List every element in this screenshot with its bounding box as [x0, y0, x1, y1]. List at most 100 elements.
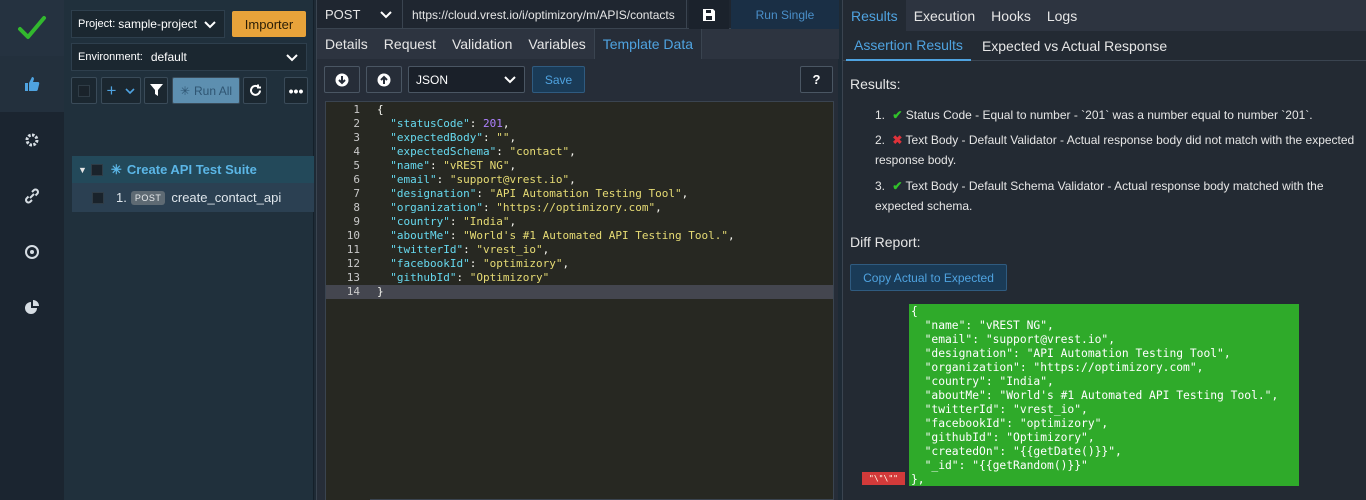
check-icon: ✔ — [892, 179, 903, 193]
diff-added-block: { "name": "vREST NG", "email": "support@… — [909, 304, 1299, 486]
tab-validation[interactable]: Validation — [444, 29, 520, 59]
tab-expected-vs-actual[interactable]: Expected vs Actual Response — [974, 31, 1175, 61]
method-value: POST — [325, 7, 361, 22]
diff-removed-marker: "\"\"" — [862, 472, 905, 485]
line-number: 4 — [353, 145, 360, 158]
line-number: 1 — [353, 103, 360, 116]
gear-icon[interactable] — [0, 112, 64, 168]
line-code: "name": "vREST NG", — [390, 159, 517, 172]
results-panel: Results Execution Hooks Logs Assertion R… — [842, 0, 1366, 500]
line-number: 9 — [353, 215, 360, 228]
code-line: 6 "email": "support@vrest.io", — [326, 173, 833, 187]
run-all-button[interactable]: ✳ Run All — [172, 77, 240, 104]
line-code: "githubId": "Optimizory" — [390, 271, 550, 284]
cross-icon: ✖ — [892, 133, 903, 147]
line-code: "expectedBody": "", — [390, 131, 517, 144]
result-text: Text Body - Default Schema Validator - A… — [875, 179, 1324, 213]
line-number: 3 — [353, 131, 360, 144]
refresh-icon — [249, 84, 261, 96]
result-text: Text Body - Default Validator - Actual r… — [875, 133, 1355, 167]
url-input[interactable]: https://cloud.vrest.io/i/optimizory/m/AP… — [405, 0, 687, 29]
line-number: 7 — [353, 187, 360, 200]
line-number: 10 — [346, 229, 360, 242]
format-value: JSON — [416, 72, 449, 87]
diff-report-heading: Diff Report: — [850, 234, 921, 250]
link-icon[interactable] — [0, 168, 64, 224]
save-button[interactable]: Save — [532, 66, 585, 93]
code-line: 5 "name": "vREST NG", — [326, 159, 833, 173]
chevron-down-icon — [125, 87, 136, 94]
line-code: "expectedSchema": "contact", — [390, 145, 576, 158]
editor-toolbar: JSON Save ? — [317, 59, 839, 99]
refresh-button[interactable] — [243, 77, 267, 104]
project-select[interactable]: Project: sample-project — [71, 10, 225, 38]
app-logo[interactable] — [0, 0, 64, 56]
test-case-checkbox[interactable] — [92, 191, 104, 204]
run-all-label: Run All — [194, 83, 233, 98]
line-number: 11 — [346, 243, 360, 256]
result-index: 1. — [875, 108, 886, 122]
arrow-down-circle-icon — [335, 73, 349, 86]
code-line: 7 "designation": "API Automation Testing… — [326, 187, 833, 201]
line-number: 2 — [353, 117, 360, 130]
test-case-name: create_contact_api — [171, 190, 282, 205]
chevron-down-icon — [286, 54, 298, 62]
line-number: 14 — [346, 285, 360, 298]
method-select[interactable]: POST — [317, 0, 403, 29]
result-index: 2. — [875, 133, 886, 147]
line-code: { — [377, 103, 384, 116]
move-down-button[interactable] — [324, 66, 360, 93]
code-line: 14} — [326, 285, 833, 299]
suite-checkbox[interactable] — [90, 163, 103, 176]
suite-spinner-icon: ✳ — [110, 161, 122, 177]
more-options-button[interactable]: ••• — [284, 77, 308, 104]
arrow-up-circle-icon — [377, 73, 391, 86]
tab-variables[interactable]: Variables — [520, 29, 593, 59]
move-up-button[interactable] — [366, 66, 402, 93]
code-line: 13 "githubId": "Optimizory" — [326, 271, 833, 285]
pie-chart-icon[interactable] — [0, 280, 64, 336]
suite-name: Create API Test Suite — [126, 162, 257, 177]
add-button[interactable]: + — [101, 77, 141, 104]
format-select[interactable]: JSON — [408, 66, 525, 93]
tab-request[interactable]: Request — [376, 29, 444, 59]
chevron-down-icon — [204, 21, 216, 29]
environment-value: default — [150, 50, 187, 64]
importer-button[interactable]: Importer — [232, 11, 306, 37]
line-code: "organization": "https://optimizory.com"… — [390, 201, 662, 214]
code-line: 10 "aboutMe": "World's #1 Automated API … — [326, 229, 833, 243]
project-label: Project: — [78, 18, 116, 30]
test-case-row[interactable]: 1. POST create_contact_api — [72, 183, 314, 212]
line-code: } — [377, 285, 384, 298]
tab-details[interactable]: Details — [317, 29, 376, 59]
thumbs-up-icon[interactable] — [0, 56, 64, 112]
url-bar: POST https://cloud.vrest.io/i/optimizory… — [317, 0, 839, 29]
tab-results[interactable]: Results — [843, 0, 906, 31]
save-request-button[interactable] — [689, 0, 729, 29]
tab-execution[interactable]: Execution — [906, 0, 983, 31]
code-editor[interactable]: 1{2 "statusCode": 201, 3 "expectedBody": … — [325, 101, 834, 500]
chevron-down-icon — [380, 11, 392, 19]
run-single-button[interactable]: Run Single — [731, 0, 839, 29]
code-line: 9 "country": "India", — [326, 215, 833, 229]
tab-hooks[interactable]: Hooks — [983, 0, 1039, 31]
request-panel: POST https://cloud.vrest.io/i/optimizory… — [316, 0, 839, 500]
filter-button[interactable] — [144, 77, 168, 104]
line-code: "designation": "API Automation Testing T… — [390, 187, 689, 200]
project-panel: Project: sample-project Importer Environ… — [64, 0, 314, 500]
project-value: sample-project — [118, 17, 197, 31]
tab-assertion-results[interactable]: Assertion Results — [846, 31, 971, 61]
line-code: "facebookId": "optimizory", — [390, 257, 570, 270]
tab-logs[interactable]: Logs — [1039, 0, 1085, 31]
result-item: 3. ✔ Text Body - Default Schema Validato… — [875, 176, 1360, 216]
test-suite-row[interactable]: ▼ ✳ Create API Test Suite — [72, 156, 314, 183]
results-subtabs: Assertion Results Expected vs Actual Res… — [843, 31, 1366, 61]
select-all-checkbox[interactable] — [71, 77, 97, 104]
ellipsis-icon: ••• — [288, 82, 304, 99]
copy-actual-to-expected-button[interactable]: Copy Actual to Expected — [850, 264, 1007, 291]
help-button[interactable]: ? — [800, 66, 833, 93]
request-tabs: Details Request Validation Variables Tem… — [317, 29, 839, 59]
environment-select[interactable]: Environment: default — [71, 43, 307, 71]
target-icon[interactable] — [0, 224, 64, 280]
tab-template-data[interactable]: Template Data — [593, 29, 703, 59]
